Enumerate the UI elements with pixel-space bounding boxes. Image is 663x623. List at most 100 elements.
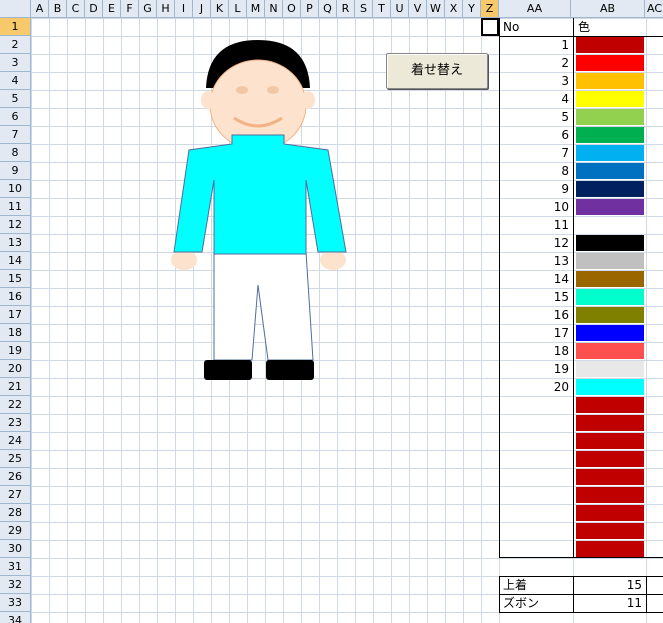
color-swatch-cell[interactable] <box>576 199 644 215</box>
row-header-2[interactable]: 2 <box>0 36 31 54</box>
column-header-i[interactable]: I <box>175 0 193 18</box>
color-swatch-cell[interactable] <box>576 361 644 377</box>
column-header-y[interactable]: Y <box>463 0 481 18</box>
color-no-cell[interactable] <box>500 450 572 468</box>
color-swatch-cell[interactable] <box>576 307 644 323</box>
color-no-cell[interactable]: 10 <box>500 198 572 216</box>
row-header-15[interactable]: 15 <box>0 270 31 288</box>
row-header-27[interactable]: 27 <box>0 486 31 504</box>
row-header-31[interactable]: 31 <box>0 558 31 576</box>
row-header-7[interactable]: 7 <box>0 126 31 144</box>
column-header-l[interactable]: L <box>229 0 247 18</box>
color-swatch-cell[interactable] <box>576 145 644 161</box>
color-no-cell[interactable] <box>500 432 572 450</box>
spreadsheet[interactable]: A B C D E F G H I J K L M N O P Q R S T U V W X Y Z AA AB AC 1234567… <box>0 0 663 623</box>
row-header-9[interactable]: 9 <box>0 162 31 180</box>
row-header-20[interactable]: 20 <box>0 360 31 378</box>
row-header-30[interactable]: 30 <box>0 540 31 558</box>
row-header-10[interactable]: 10 <box>0 180 31 198</box>
color-swatch-cell[interactable] <box>576 325 644 341</box>
color-swatch-cell[interactable] <box>576 271 644 287</box>
column-header-p[interactable]: P <box>301 0 319 18</box>
color-swatch-cell[interactable] <box>576 289 644 305</box>
color-swatch-cell[interactable] <box>576 217 644 233</box>
color-swatch-cell[interactable] <box>576 469 644 485</box>
active-cell-z1[interactable] <box>481 18 499 36</box>
color-no-cell[interactable]: 16 <box>500 306 572 324</box>
row-header-33[interactable]: 33 <box>0 594 31 612</box>
color-no-cell[interactable]: 8 <box>500 162 572 180</box>
color-no-cell[interactable]: 1 <box>500 36 572 54</box>
row-header-18[interactable]: 18 <box>0 324 31 342</box>
color-no-cell[interactable] <box>500 414 572 432</box>
color-no-cell[interactable] <box>500 522 572 540</box>
row-header-12[interactable]: 12 <box>0 216 31 234</box>
column-header-n[interactable]: N <box>265 0 283 18</box>
color-swatch-cell[interactable] <box>576 523 644 539</box>
row-header-5[interactable]: 5 <box>0 90 31 108</box>
color-swatch-cell[interactable] <box>576 109 644 125</box>
column-header-s[interactable]: S <box>355 0 373 18</box>
color-swatch-cell[interactable] <box>576 73 644 89</box>
color-no-cell[interactable]: 4 <box>500 90 572 108</box>
column-header-k[interactable]: K <box>211 0 229 18</box>
column-header-t[interactable]: T <box>373 0 391 18</box>
column-header-q[interactable]: Q <box>319 0 337 18</box>
column-header-g[interactable]: G <box>139 0 157 18</box>
summary-top-value[interactable]: 15 <box>576 576 642 594</box>
column-header-o[interactable]: O <box>283 0 301 18</box>
column-header-x[interactable]: X <box>445 0 463 18</box>
row-header-26[interactable]: 26 <box>0 468 31 486</box>
column-header-d[interactable]: D <box>85 0 103 18</box>
column-header-ab[interactable]: AB <box>571 0 645 18</box>
color-swatch-cell[interactable] <box>576 343 644 359</box>
row-header-21[interactable]: 21 <box>0 378 31 396</box>
row-header-19[interactable]: 19 <box>0 342 31 360</box>
row-header-17[interactable]: 17 <box>0 306 31 324</box>
row-header-24[interactable]: 24 <box>0 432 31 450</box>
color-no-cell[interactable] <box>500 486 572 504</box>
color-swatch-cell[interactable] <box>576 127 644 143</box>
column-header-b[interactable]: B <box>49 0 67 18</box>
column-header-ac[interactable]: AC <box>645 0 663 18</box>
row-header-14[interactable]: 14 <box>0 252 31 270</box>
color-swatch-cell[interactable] <box>576 91 644 107</box>
column-header-h[interactable]: H <box>157 0 175 18</box>
color-no-cell[interactable]: 5 <box>500 108 572 126</box>
row-header-28[interactable]: 28 <box>0 504 31 522</box>
row-header-25[interactable]: 25 <box>0 450 31 468</box>
color-no-cell[interactable]: 20 <box>500 378 572 396</box>
color-no-cell[interactable]: 12 <box>500 234 572 252</box>
color-no-cell[interactable] <box>500 540 572 558</box>
color-no-cell[interactable]: 3 <box>500 72 572 90</box>
row-header-4[interactable]: 4 <box>0 72 31 90</box>
color-swatch-cell[interactable] <box>576 451 644 467</box>
color-no-cell[interactable]: 17 <box>500 324 572 342</box>
dress-up-button[interactable]: 着せ替え <box>386 53 488 89</box>
summary-pants-value[interactable]: 11 <box>576 594 642 612</box>
column-header-z[interactable]: Z <box>481 0 499 18</box>
row-header-32[interactable]: 32 <box>0 576 31 594</box>
color-no-cell[interactable]: 15 <box>500 288 572 306</box>
color-swatch-cell[interactable] <box>576 505 644 521</box>
color-swatch-cell[interactable] <box>576 163 644 179</box>
color-swatch-cell[interactable] <box>576 541 644 557</box>
row-header-8[interactable]: 8 <box>0 144 31 162</box>
row-header-1[interactable]: 1 <box>0 18 31 36</box>
column-header-a[interactable]: A <box>31 0 49 18</box>
color-swatch-cell[interactable] <box>576 415 644 431</box>
color-no-cell[interactable]: 9 <box>500 180 572 198</box>
column-header-f[interactable]: F <box>121 0 139 18</box>
column-header-m[interactable]: M <box>247 0 265 18</box>
column-header-v[interactable]: V <box>409 0 427 18</box>
color-no-cell[interactable]: 19 <box>500 360 572 378</box>
color-no-cell[interactable]: 6 <box>500 126 572 144</box>
row-header-3[interactable]: 3 <box>0 54 31 72</box>
row-header-16[interactable]: 16 <box>0 288 31 306</box>
color-no-cell[interactable] <box>500 468 572 486</box>
color-no-cell[interactable] <box>500 504 572 522</box>
column-header-c[interactable]: C <box>67 0 85 18</box>
color-no-cell[interactable]: 11 <box>500 216 572 234</box>
select-all-corner[interactable] <box>0 0 31 18</box>
color-swatch-cell[interactable] <box>576 433 644 449</box>
